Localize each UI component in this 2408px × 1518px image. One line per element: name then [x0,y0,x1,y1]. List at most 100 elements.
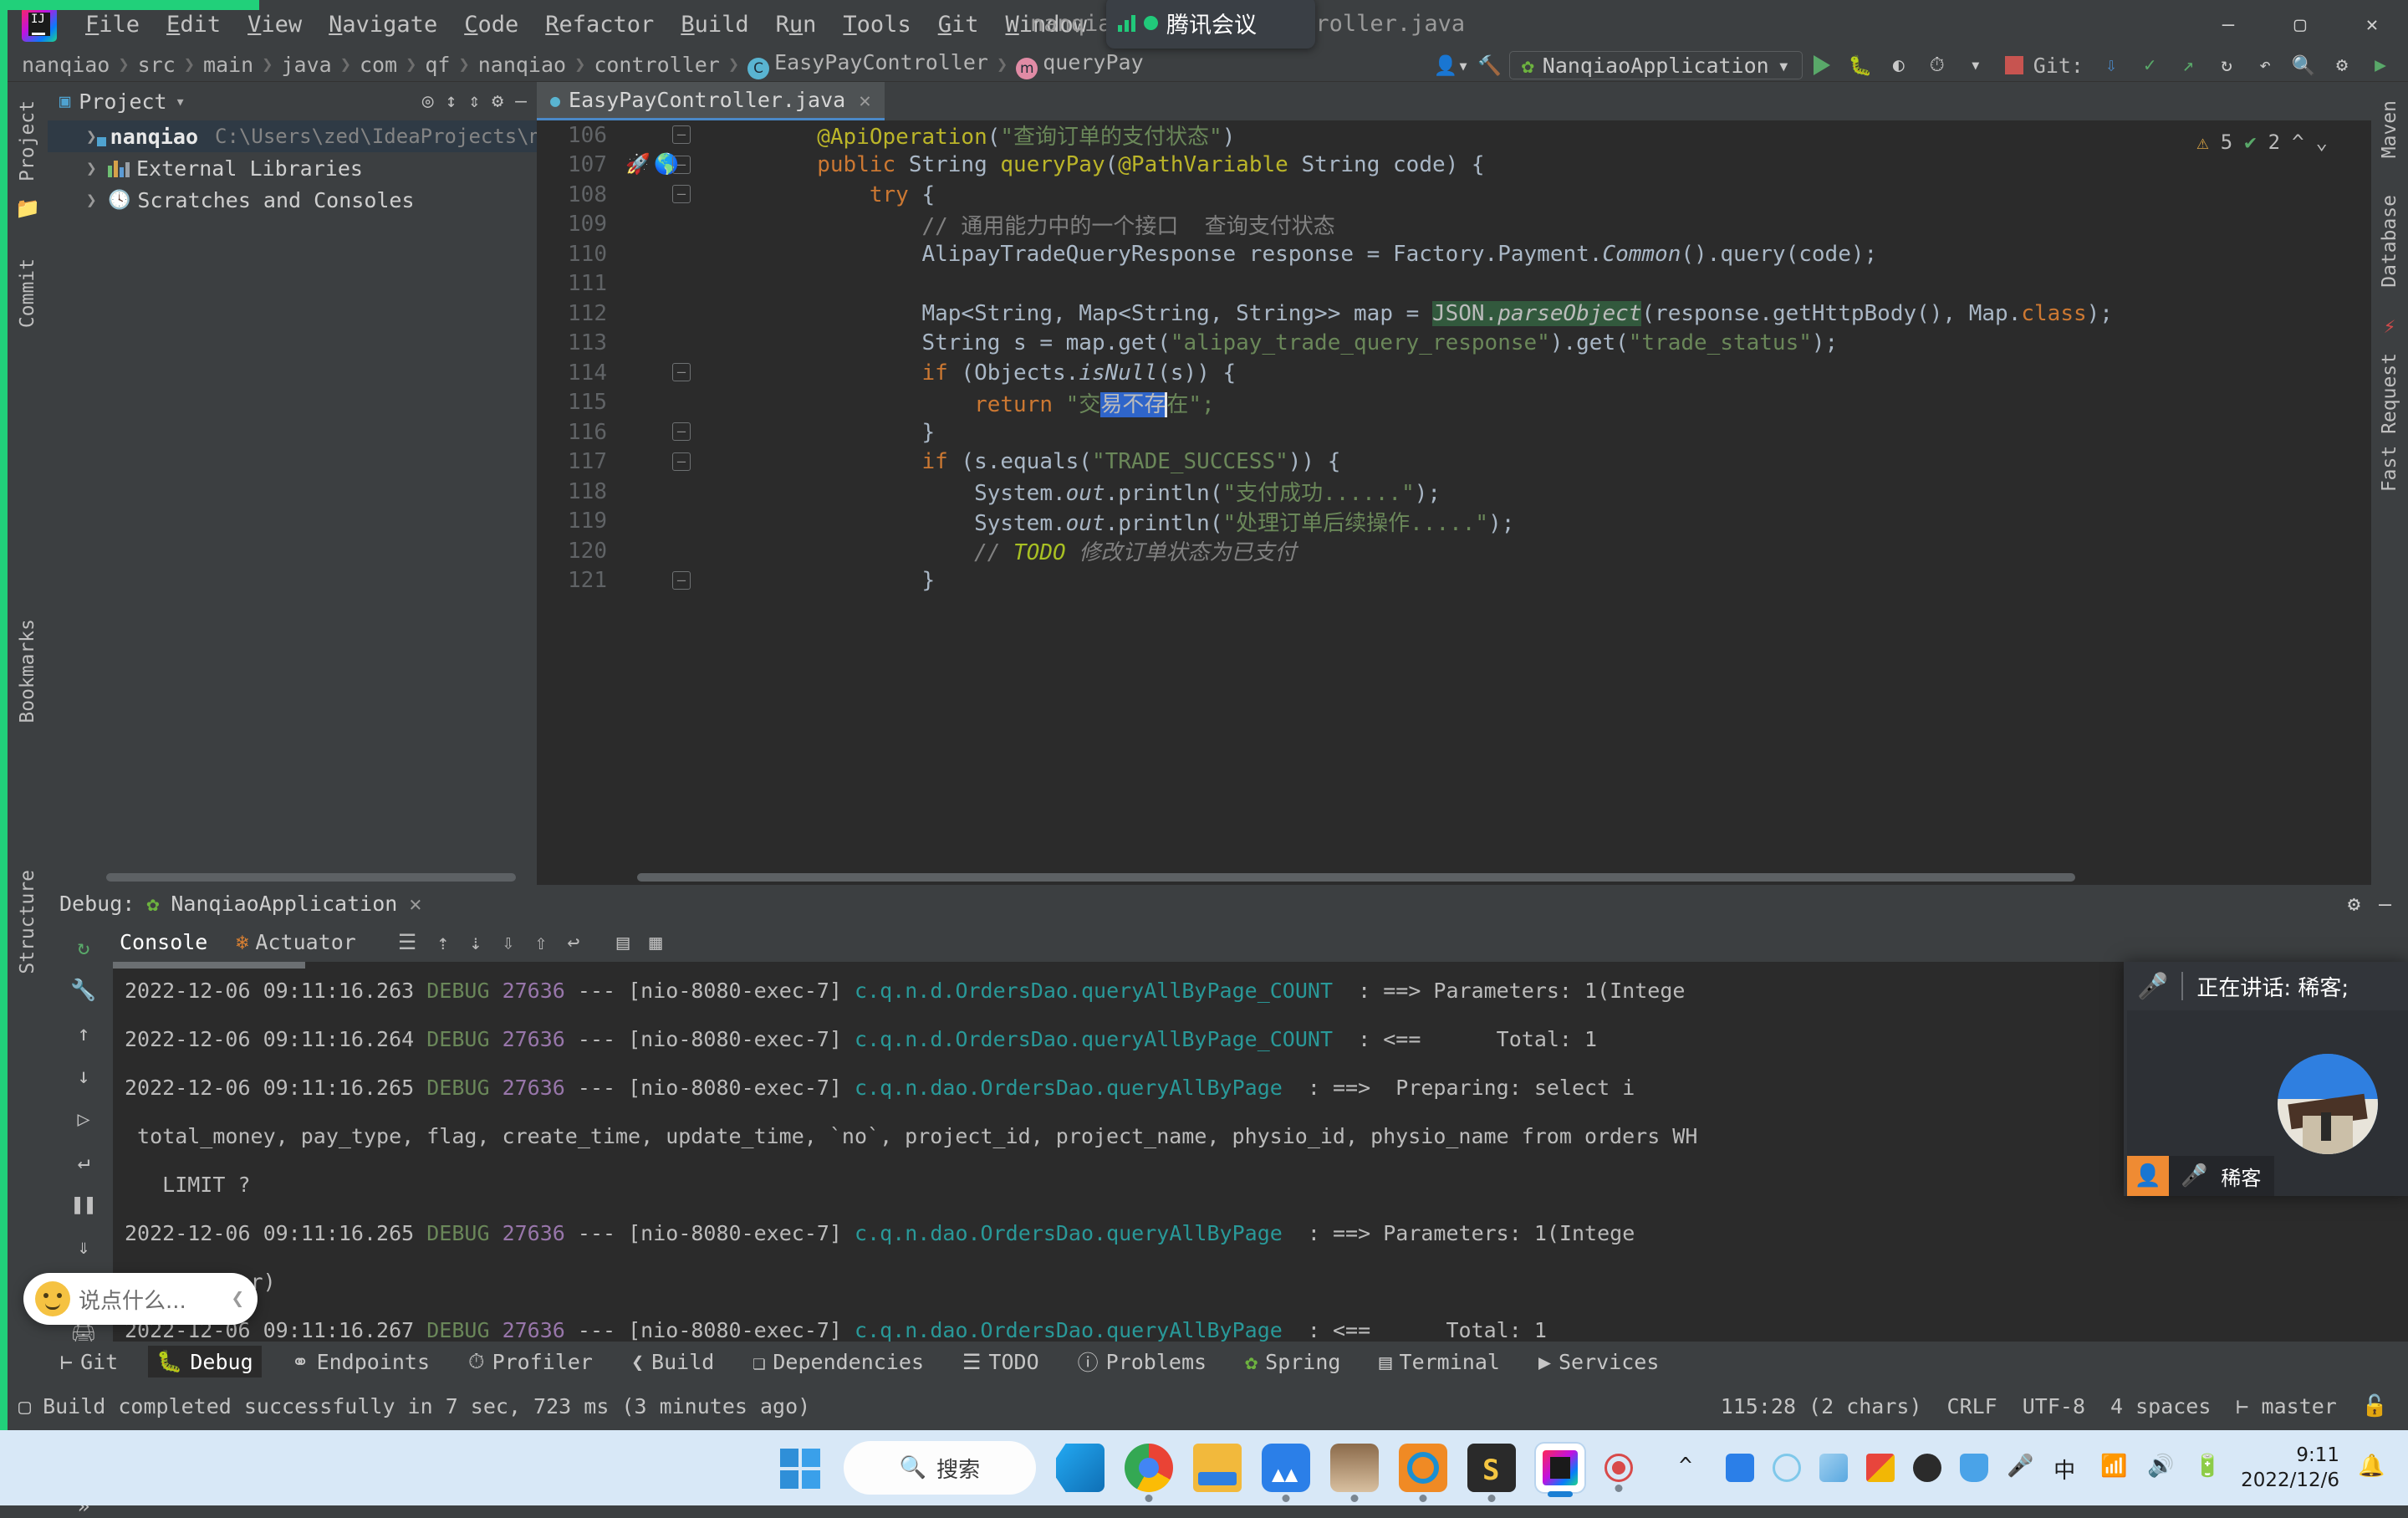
bottom-tab-endpoints[interactable]: ⚭Endpoints [283,1347,438,1377]
gutter[interactable] [620,269,712,299]
step-down-icon[interactable]: ↓ [77,1064,89,1088]
code-line[interactable]: 111 [537,269,2408,299]
chevron-right-icon[interactable]: ❯ [86,190,101,210]
run-configuration-selector[interactable]: ✿ NanqiaoApplication ▾ [1509,51,1803,79]
taskbar-search[interactable]: 🔍 搜索 [844,1441,1036,1495]
tree-node-scratches[interactable]: ❯ 🕓 Scratches and Consoles [48,184,537,216]
tencent-meeting-indicator[interactable]: 腾讯会议 [1106,0,1315,49]
gutter[interactable] [620,536,712,566]
breadcrumb-qf[interactable]: qf [421,53,453,77]
gutter[interactable] [620,239,712,269]
code-fold-toggle[interactable]: – [672,452,691,471]
user-account-icon[interactable]: 👤▾ [1432,49,1471,82]
tool-window-maven[interactable]: Maven [2379,82,2400,176]
soft-wrap-icon[interactable]: ☰ [398,930,416,954]
tencent-meeting-icon[interactable]: ▲▲ [1262,1444,1310,1492]
menu-navigate[interactable]: Navigate [315,7,451,43]
breadcrumb-method[interactable]: mqueryPay [1013,50,1146,79]
wrench-icon[interactable]: 🔧 [70,978,96,1003]
bottom-tab-terminal[interactable]: ▤Terminal [1370,1347,1508,1377]
code-line[interactable]: 118 System.out.println("支付成功......"); [537,477,2408,507]
emoji-icon[interactable] [35,1281,70,1316]
office-icon[interactable] [1866,1454,1895,1482]
inspection-widget[interactable]: ⚠ 5 ✔ 2 ^ ⌄ [2196,130,2328,154]
collapse-all-icon[interactable]: ⇕ [468,90,480,112]
close-session-icon[interactable]: ✕ [409,892,421,916]
tencent-meeting-tray-icon[interactable] [1726,1454,1754,1482]
run-gutter-rocket-icon[interactable]: 🚀 [625,152,650,176]
breadcrumb-java[interactable]: java [278,53,334,77]
code-line[interactable]: 119 System.out.println("处理订单后续操作....."); [537,507,2408,537]
bottom-tab-build[interactable]: ❮Build [623,1347,722,1377]
menu-git[interactable]: Git [925,7,992,43]
git-branch-widget[interactable]: ⊢ master [2236,1394,2336,1418]
gutter[interactable] [620,477,712,507]
console-output[interactable]: 2022-12-06 09:11:16.263 DEBUG 27636 --- … [113,962,2408,1355]
indent-setting[interactable]: 4 spaces [2110,1394,2211,1418]
hide-debug-panel-icon[interactable]: — [2379,892,2391,916]
soft-wrap-toggle-icon[interactable]: ↵ [77,1149,89,1173]
import-icon[interactable]: ⇧ [534,930,547,954]
vscode-icon[interactable] [1056,1444,1105,1492]
code-editor[interactable]: ⚠ 5 ✔ 2 ^ ⌄ 106– @ApiOperation("查询订单的支付状… [537,120,2408,885]
tab-console[interactable]: Console [113,927,214,958]
tool-window-fast-request[interactable]: ⚡ Fast Request [2379,306,2400,510]
code-fold-toggle[interactable]: – [672,422,691,441]
tab-actuator[interactable]: ❄ Actuator [229,927,362,958]
code-fold-toggle[interactable]: – [672,185,691,203]
tree-node-nanqiao[interactable]: ❯ nanqiao C:\Users\zed\IdeaProjects\na [48,120,537,152]
gutter[interactable] [620,507,712,537]
project-settings-gear-icon[interactable]: ⚙ [492,90,503,112]
scroll-to-end-icon[interactable]: ⇣ [469,930,482,954]
wifi-icon[interactable]: 📶 [2100,1454,2129,1482]
bottom-tab-debug[interactable]: 🐛Debug [148,1346,261,1377]
table-view-icon[interactable]: ▤ [617,930,630,954]
tencent-meeting-floating-window[interactable]: 🎤 正在讲话: 稀客; 👤 🎤 稀客 [2124,962,2408,1196]
code-line[interactable]: 120 // TODO 修改订单状态为已支付 [537,536,2408,566]
menu-file[interactable]: File [72,7,153,43]
code-line[interactable]: 113 String s = map.get("alipay_trade_que… [537,329,2408,359]
breadcrumb-main[interactable]: main [200,53,257,77]
code-line[interactable]: 107🚀🌎– public String queryPay(@PathVaria… [537,151,2408,181]
code-line[interactable]: 115 return "交易不存在"; [537,388,2408,418]
gutter[interactable]: – [620,417,712,447]
bottom-tab-spring[interactable]: ✿Spring [1237,1347,1349,1377]
gutter[interactable]: – [620,180,712,210]
git-history-icon[interactable]: ↻ [2207,49,2246,82]
gutter[interactable] [620,299,712,329]
gutter[interactable]: – [620,358,712,388]
recording-icon[interactable] [1604,1454,1633,1482]
debug-settings-gear-icon[interactable]: ⚙ [2348,892,2360,916]
gutter[interactable]: 🚀🌎– [620,151,712,181]
file-explorer-icon[interactable] [1193,1444,1242,1492]
sublime-icon[interactable]: S [1467,1444,1516,1492]
file-encoding[interactable]: UTF-8 [2023,1394,2085,1418]
qq-icon[interactable] [1913,1454,1941,1482]
pause-icon[interactable]: ❚❚ [71,1192,96,1216]
tool-window-project[interactable]: Project 📁 [8,82,48,228]
tool-window-structure[interactable]: Structure [8,851,48,993]
run-anything-icon[interactable]: ▶ [2361,49,2400,82]
menu-code[interactable]: Code [451,7,532,43]
run-button[interactable] [1803,49,1841,82]
git-update-icon[interactable]: ⇩ [2092,49,2130,82]
start-button[interactable] [775,1444,824,1492]
run-to-cursor-icon[interactable]: ▷ [77,1107,89,1131]
bottom-tab-profiler[interactable]: ⏱Profiler [460,1346,601,1377]
profile-dropdown-icon[interactable]: ▾ [1956,49,1995,82]
menu-view[interactable]: View [234,7,315,43]
ime-chinese-icon[interactable]: 中 [2053,1454,2082,1482]
code-fold-toggle[interactable]: – [672,125,691,144]
gutter[interactable] [620,210,712,240]
intellij-idea-icon[interactable] [1536,1444,1584,1492]
chevron-right-icon[interactable]: ❯ [86,158,101,178]
navicat-icon[interactable] [1399,1444,1447,1492]
code-line[interactable]: 117– if (s.equals("TRADE_SUCCESS")) { [537,447,2408,478]
chevron-up-icon[interactable]: ^ [1679,1454,1707,1482]
select-opened-file-icon[interactable]: ◎ [422,90,434,112]
menu-build[interactable]: Build [667,7,762,43]
chevron-right-icon[interactable]: ❯ [86,126,97,146]
hide-panel-icon[interactable]: — [515,90,527,112]
bottom-tab-todo[interactable]: ☰TODO [954,1347,1048,1377]
gutter[interactable]: – [620,120,712,151]
